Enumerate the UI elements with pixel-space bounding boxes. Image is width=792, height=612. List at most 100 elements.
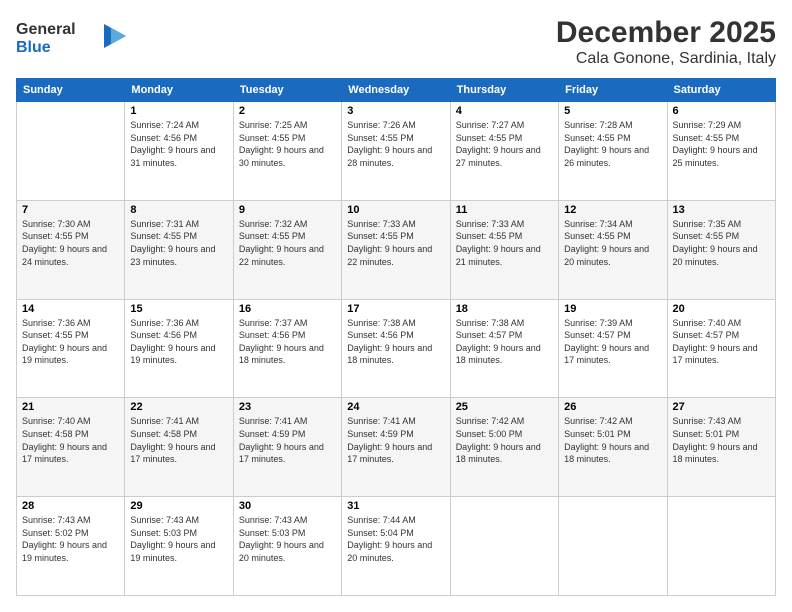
day-info: Sunrise: 7:41 AM Sunset: 4:59 PM Dayligh… [239, 415, 336, 465]
day-info: Sunrise: 7:40 AM Sunset: 4:58 PM Dayligh… [22, 415, 119, 465]
day-cell: 26Sunrise: 7:42 AM Sunset: 5:01 PM Dayli… [559, 398, 667, 497]
day-cell: 8Sunrise: 7:31 AM Sunset: 4:55 PM Daylig… [125, 200, 233, 299]
day-info: Sunrise: 7:31 AM Sunset: 4:55 PM Dayligh… [130, 218, 227, 268]
day-number: 4 [456, 105, 553, 117]
day-number: 28 [22, 500, 119, 512]
day-info: Sunrise: 7:24 AM Sunset: 4:56 PM Dayligh… [130, 119, 227, 169]
day-cell: 23 Sunrise: 7:41 AM Sunset: 4:59 PM Dayli… [233, 398, 341, 497]
calendar-header-row: SundayMondayTuesdayWednesdayThursdayFrid… [17, 79, 776, 102]
day-number: 14 [22, 303, 119, 315]
day-cell: 5Sunrise: 7:28 AM Sunset: 4:55 PM Daylig… [559, 102, 667, 201]
day-number: 11 [456, 204, 553, 216]
svg-text:General: General [16, 21, 76, 38]
day-info: Sunrise: 7:44 AM Sunset: 5:04 PM Dayligh… [347, 514, 444, 564]
day-number: 2 [239, 105, 336, 117]
header: General Blue December 2025 Cala Gonone, … [16, 16, 776, 68]
day-cell: 28 Sunrise: 7:43 AM Sunset: 5:02 PM Dayli… [17, 497, 125, 596]
day-number: 13 [673, 204, 770, 216]
month-title: December 2025 [556, 16, 776, 50]
day-cell [17, 102, 125, 201]
day-number: 17 [347, 303, 444, 315]
column-header-wednesday: Wednesday [342, 79, 450, 102]
day-info: Sunrise: 7:30 AM Sunset: 4:55 PM Dayligh… [22, 218, 119, 268]
day-cell: 20 Sunrise: 7:40 AM Sunset: 4:57 PM Dayli… [667, 299, 775, 398]
column-header-thursday: Thursday [450, 79, 558, 102]
day-cell: 1Sunrise: 7:24 AM Sunset: 4:56 PM Daylig… [125, 102, 233, 201]
day-cell: 27Sunrise: 7:43 AM Sunset: 5:01 PM Dayli… [667, 398, 775, 497]
day-cell: 9 Sunrise: 7:32 AM Sunset: 4:55 PM Daylig… [233, 200, 341, 299]
location: Cala Gonone, Sardinia, Italy [556, 50, 776, 68]
day-cell: 31 Sunrise: 7:44 AM Sunset: 5:04 PM Dayli… [342, 497, 450, 596]
title-block: December 2025 Cala Gonone, Sardinia, Ita… [556, 16, 776, 68]
column-header-monday: Monday [125, 79, 233, 102]
day-info: Sunrise: 7:43 AM Sunset: 5:01 PM Dayligh… [673, 415, 770, 465]
day-info: Sunrise: 7:43 AM Sunset: 5:03 PM Dayligh… [239, 514, 336, 564]
day-cell: 29Sunrise: 7:43 AM Sunset: 5:03 PM Dayli… [125, 497, 233, 596]
day-number: 24 [347, 401, 444, 413]
day-cell: 18Sunrise: 7:38 AM Sunset: 4:57 PM Dayli… [450, 299, 558, 398]
day-cell: 25Sunrise: 7:42 AM Sunset: 5:00 PM Dayli… [450, 398, 558, 497]
day-info: Sunrise: 7:33 AM Sunset: 4:55 PM Dayligh… [456, 218, 553, 268]
day-info: Sunrise: 7:26 AM Sunset: 4:55 PM Dayligh… [347, 119, 444, 169]
day-number: 15 [130, 303, 227, 315]
day-info: Sunrise: 7:39 AM Sunset: 4:57 PM Dayligh… [564, 317, 661, 367]
day-info: Sunrise: 7:32 AM Sunset: 4:55 PM Dayligh… [239, 218, 336, 268]
day-cell: 14 Sunrise: 7:36 AM Sunset: 4:55 PM Dayli… [17, 299, 125, 398]
day-number: 9 [239, 204, 336, 216]
day-number: 25 [456, 401, 553, 413]
day-number: 31 [347, 500, 444, 512]
day-cell: 6 Sunrise: 7:29 AM Sunset: 4:55 PM Daylig… [667, 102, 775, 201]
day-info: Sunrise: 7:41 AM Sunset: 4:59 PM Dayligh… [347, 415, 444, 465]
day-cell: 11 Sunrise: 7:33 AM Sunset: 4:55 PM Dayli… [450, 200, 558, 299]
day-info: Sunrise: 7:29 AM Sunset: 4:55 PM Dayligh… [673, 119, 770, 169]
day-cell [450, 497, 558, 596]
day-info: Sunrise: 7:36 AM Sunset: 4:55 PM Dayligh… [22, 317, 119, 367]
day-number: 10 [347, 204, 444, 216]
day-cell: 3 Sunrise: 7:26 AM Sunset: 4:55 PM Daylig… [342, 102, 450, 201]
week-row-3: 14 Sunrise: 7:36 AM Sunset: 4:55 PM Dayli… [17, 299, 776, 398]
day-cell: 7 Sunrise: 7:30 AM Sunset: 4:55 PM Daylig… [17, 200, 125, 299]
day-cell: 22Sunrise: 7:41 AM Sunset: 4:58 PM Dayli… [125, 398, 233, 497]
day-number: 16 [239, 303, 336, 315]
day-number: 30 [239, 500, 336, 512]
day-cell: 13 Sunrise: 7:35 AM Sunset: 4:55 PM Dayli… [667, 200, 775, 299]
logo-text: General Blue [16, 16, 126, 63]
day-cell: 24 Sunrise: 7:41 AM Sunset: 4:59 PM Dayli… [342, 398, 450, 497]
column-header-tuesday: Tuesday [233, 79, 341, 102]
day-info: Sunrise: 7:33 AM Sunset: 4:55 PM Dayligh… [347, 218, 444, 268]
day-info: Sunrise: 7:43 AM Sunset: 5:02 PM Dayligh… [22, 514, 119, 564]
day-number: 19 [564, 303, 661, 315]
day-info: Sunrise: 7:34 AM Sunset: 4:55 PM Dayligh… [564, 218, 661, 268]
day-number: 23 [239, 401, 336, 413]
day-info: Sunrise: 7:42 AM Sunset: 5:01 PM Dayligh… [564, 415, 661, 465]
day-cell: 30 Sunrise: 7:43 AM Sunset: 5:03 PM Dayli… [233, 497, 341, 596]
column-header-saturday: Saturday [667, 79, 775, 102]
day-info: Sunrise: 7:40 AM Sunset: 4:57 PM Dayligh… [673, 317, 770, 367]
week-row-2: 7 Sunrise: 7:30 AM Sunset: 4:55 PM Daylig… [17, 200, 776, 299]
day-number: 20 [673, 303, 770, 315]
day-cell: 21 Sunrise: 7:40 AM Sunset: 4:58 PM Dayli… [17, 398, 125, 497]
day-cell: 2 Sunrise: 7:25 AM Sunset: 4:55 PM Daylig… [233, 102, 341, 201]
logo: General Blue [16, 16, 126, 63]
day-number: 12 [564, 204, 661, 216]
week-row-5: 28 Sunrise: 7:43 AM Sunset: 5:02 PM Dayli… [17, 497, 776, 596]
day-number: 6 [673, 105, 770, 117]
day-cell: 19 Sunrise: 7:39 AM Sunset: 4:57 PM Dayli… [559, 299, 667, 398]
week-row-1: 1Sunrise: 7:24 AM Sunset: 4:56 PM Daylig… [17, 102, 776, 201]
day-info: Sunrise: 7:25 AM Sunset: 4:55 PM Dayligh… [239, 119, 336, 169]
day-info: Sunrise: 7:37 AM Sunset: 4:56 PM Dayligh… [239, 317, 336, 367]
day-cell: 16 Sunrise: 7:37 AM Sunset: 4:56 PM Dayli… [233, 299, 341, 398]
day-number: 3 [347, 105, 444, 117]
column-header-sunday: Sunday [17, 79, 125, 102]
day-cell: 17Sunrise: 7:38 AM Sunset: 4:56 PM Dayli… [342, 299, 450, 398]
day-cell [559, 497, 667, 596]
day-info: Sunrise: 7:28 AM Sunset: 4:55 PM Dayligh… [564, 119, 661, 169]
day-cell [667, 497, 775, 596]
day-number: 29 [130, 500, 227, 512]
day-number: 7 [22, 204, 119, 216]
column-header-friday: Friday [559, 79, 667, 102]
day-info: Sunrise: 7:27 AM Sunset: 4:55 PM Dayligh… [456, 119, 553, 169]
day-number: 21 [22, 401, 119, 413]
day-cell: 10 Sunrise: 7:33 AM Sunset: 4:55 PM Dayli… [342, 200, 450, 299]
day-info: Sunrise: 7:35 AM Sunset: 4:55 PM Dayligh… [673, 218, 770, 268]
